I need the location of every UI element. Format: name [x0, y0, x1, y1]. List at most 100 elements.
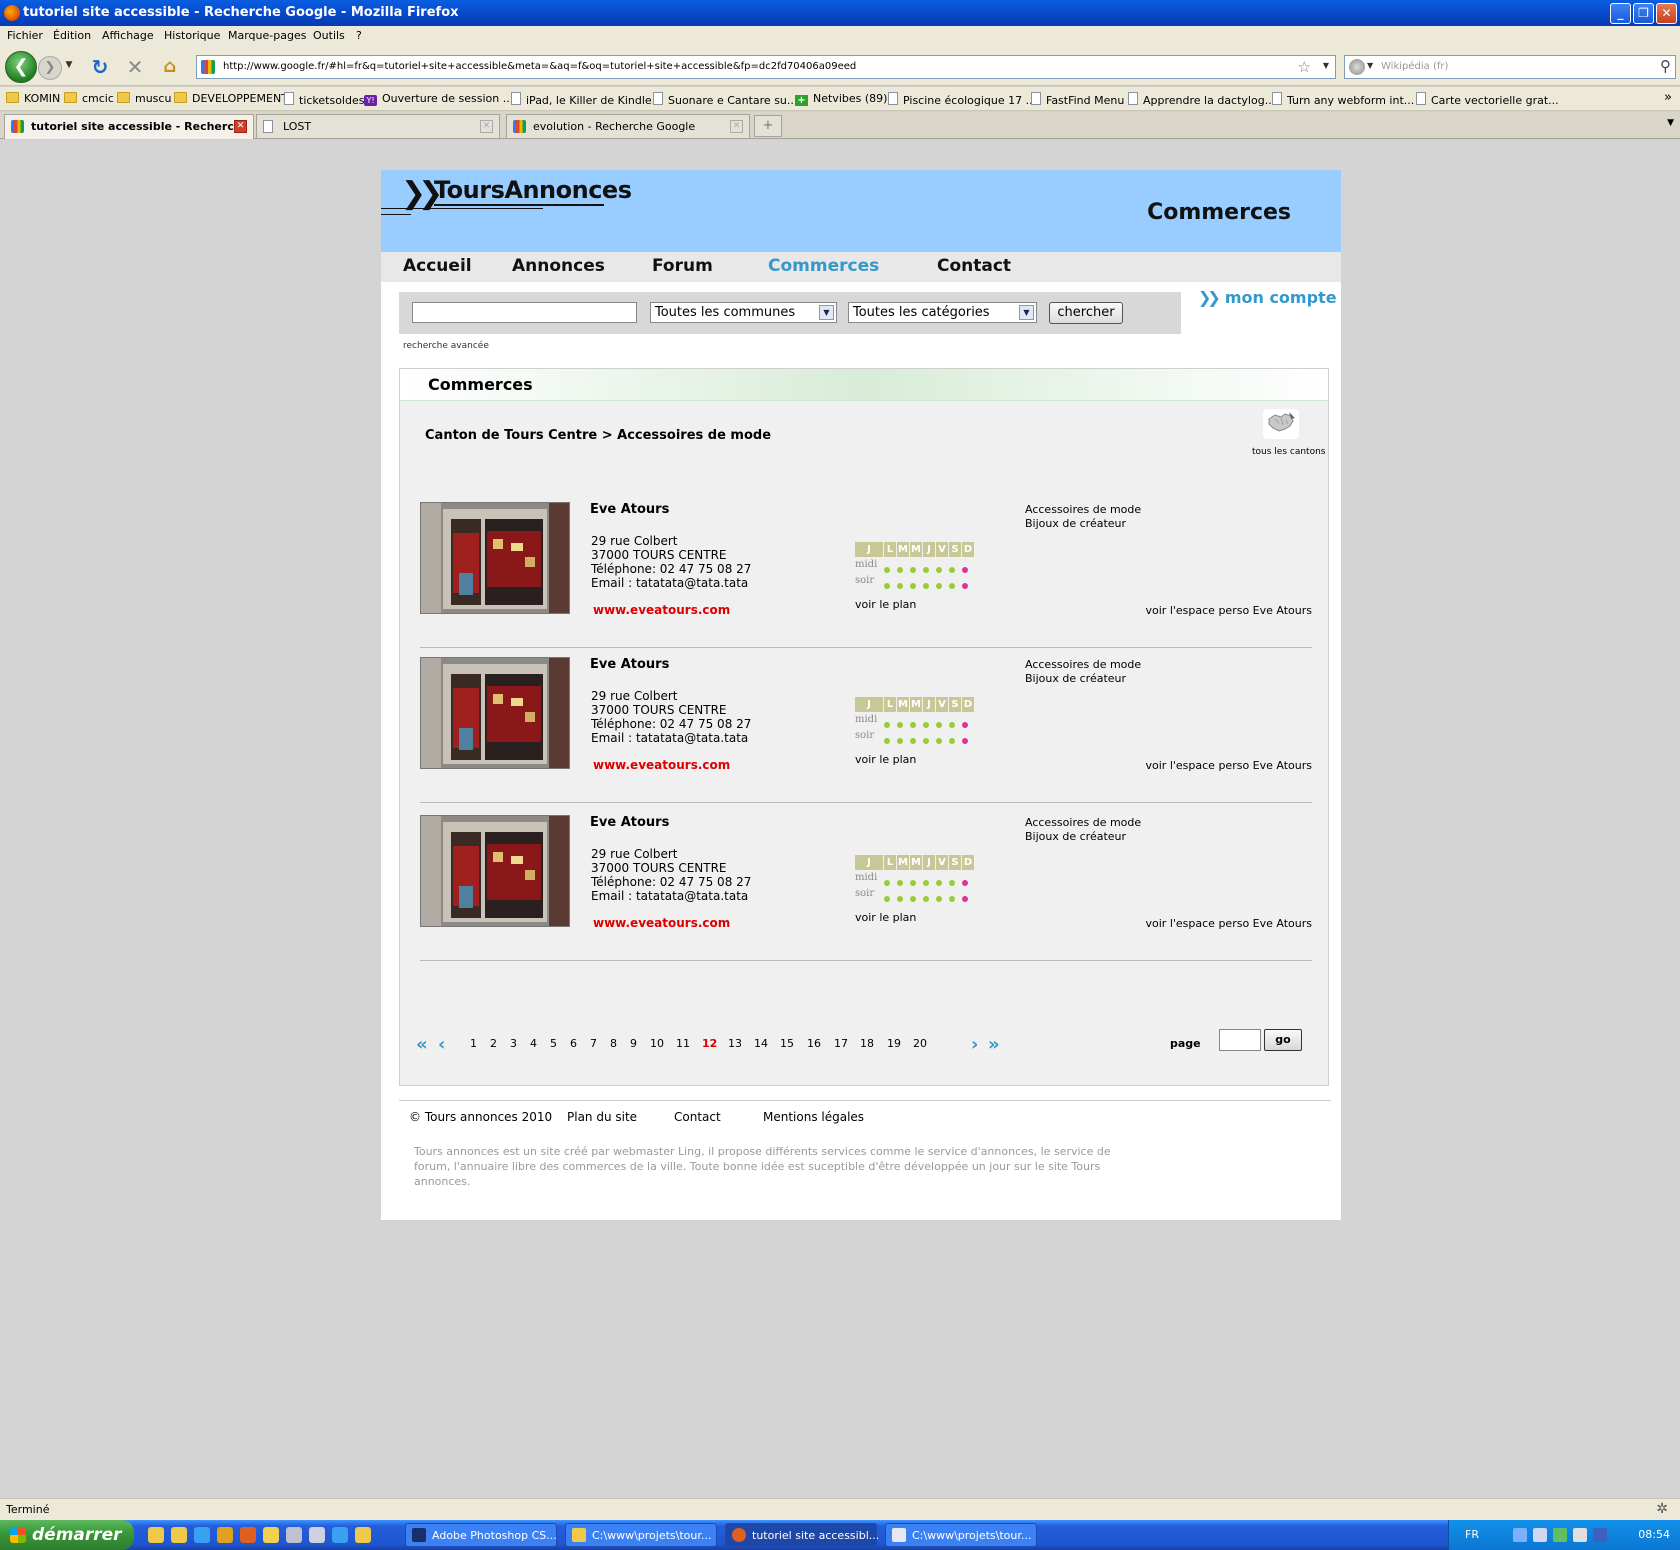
page-number-input[interactable] [1219, 1029, 1261, 1051]
tab-evolution[interactable]: evolution - Recherche Google ✕ [506, 114, 750, 138]
messenger-icon[interactable] [263, 1527, 279, 1543]
page-link[interactable]: 6 [570, 1037, 577, 1050]
page-link[interactable]: 8 [610, 1037, 617, 1050]
addon-status-icon[interactable]: ✲ [1656, 1501, 1668, 1517]
page-link[interactable]: 10 [650, 1037, 664, 1050]
tab-list-icon[interactable]: ▼ [1667, 118, 1674, 128]
tray-app-icon[interactable] [1573, 1528, 1587, 1542]
search-input[interactable] [412, 302, 637, 323]
first-page-icon[interactable]: « [416, 1034, 428, 1055]
page-link[interactable]: 5 [550, 1037, 557, 1050]
bookmark-muscu[interactable]: muscu [117, 92, 171, 105]
forward-arrow-icon[interactable]: ❯ [38, 56, 62, 80]
close-window-button[interactable]: ✕ [1656, 3, 1677, 24]
shop-photo[interactable] [420, 502, 570, 614]
tab-lost[interactable]: LOST ✕ [256, 114, 500, 138]
page-link[interactable]: 11 [676, 1037, 690, 1050]
prev-page-icon[interactable]: ‹ [438, 1034, 445, 1055]
task-explorer[interactable]: C:\www\projets\tour... [565, 1523, 717, 1547]
footer-link-plan[interactable]: Plan du site [567, 1110, 637, 1124]
shop-name[interactable]: Eve Atours [590, 502, 669, 517]
page-link[interactable]: 20 [913, 1037, 927, 1050]
perso-space-link[interactable]: voir l'espace perso Eve Atours [1146, 604, 1312, 617]
stop-icon[interactable]: ✕ [123, 56, 147, 80]
page-link[interactable]: 17 [834, 1037, 848, 1050]
all-cantons-link[interactable]: tous les cantons [1252, 447, 1325, 457]
shop-email[interactable]: Email : tatatata@tata.tata [591, 731, 748, 745]
app-icon[interactable] [286, 1527, 302, 1543]
browser-search-box[interactable]: ▼ Wikipédia (fr) ⚲ [1344, 55, 1676, 79]
map-link[interactable]: voir le plan [855, 753, 916, 766]
menu-historique[interactable]: Historique [164, 29, 220, 42]
menu-edition[interactable]: Édition [53, 29, 91, 42]
map-link[interactable]: voir le plan [855, 598, 916, 611]
bookmark-netvibes[interactable]: + Netvibes (89) [795, 92, 887, 106]
shield-icon[interactable] [1593, 1528, 1607, 1542]
footer-link-mentions[interactable]: Mentions légales [763, 1110, 864, 1124]
menu-fichier[interactable]: Fichier [7, 29, 43, 42]
firefox-icon[interactable] [240, 1527, 256, 1543]
new-tab-button[interactable]: + [754, 115, 782, 137]
page-link[interactable]: 13 [728, 1037, 742, 1050]
task-firefox[interactable]: tutoriel site accessibl... [725, 1523, 879, 1547]
start-button[interactable]: démarrer [0, 1520, 134, 1550]
perso-space-link[interactable]: voir l'espace perso Eve Atours [1146, 759, 1312, 772]
commune-select[interactable]: Toutes les communes ▼ [650, 302, 837, 323]
close-tab-icon[interactable]: ✕ [480, 120, 493, 133]
menu-help[interactable]: ? [356, 29, 362, 42]
bookmark-komin[interactable]: KOMIN [6, 92, 60, 105]
advanced-search-link[interactable]: recherche avancée [403, 341, 489, 351]
shop-name[interactable]: Eve Atours [590, 815, 669, 830]
perso-space-link[interactable]: voir l'espace perso Eve Atours [1146, 917, 1312, 930]
shop-photo[interactable] [420, 815, 570, 927]
page-link[interactable]: 3 [510, 1037, 517, 1050]
page-link[interactable]: 2 [490, 1037, 497, 1050]
map-link[interactable]: voir le plan [855, 911, 916, 924]
app-icon[interactable] [309, 1527, 325, 1543]
shop-email[interactable]: Email : tatatata@tata.tata [591, 576, 748, 590]
more-bookmarks-icon[interactable]: » [1664, 90, 1672, 105]
shop-photo[interactable] [420, 657, 570, 769]
page-link[interactable]: 15 [780, 1037, 794, 1050]
next-page-icon[interactable]: › [971, 1034, 978, 1055]
shop-website-link[interactable]: www.eveatours.com [593, 916, 730, 930]
menu-outils[interactable]: Outils [313, 29, 345, 42]
language-indicator[interactable]: FR [1465, 1528, 1479, 1541]
go-button[interactable]: go [1264, 1029, 1302, 1051]
page-link[interactable]: 18 [860, 1037, 874, 1050]
folder-icon[interactable] [171, 1527, 187, 1543]
url-text[interactable]: http://www.google.fr/#hl=fr&q=tutoriel+s… [223, 61, 856, 72]
page-link[interactable]: 16 [807, 1037, 821, 1050]
account-link[interactable]: ❯❯ mon compte [1198, 288, 1337, 307]
wikipedia-icon[interactable] [1349, 59, 1365, 75]
task-photoshop[interactable]: Adobe Photoshop CS... [405, 1523, 557, 1547]
nav-contact[interactable]: Contact [937, 256, 1011, 276]
bookmark-fastfind[interactable]: FastFind Menu [1031, 92, 1124, 107]
ie-icon[interactable] [194, 1527, 210, 1543]
nav-forum[interactable]: Forum [652, 256, 713, 276]
history-dropdown-icon[interactable]: ▼ [64, 60, 74, 74]
bookmark-piscine[interactable]: Piscine écologique 17 ... [888, 92, 1036, 107]
footer-link-contact[interactable]: Contact [674, 1110, 721, 1124]
nav-accueil[interactable]: Accueil [403, 256, 472, 276]
bookmark-ticketsoldes[interactable]: ticketsoldes [284, 92, 364, 107]
bookmark-carte[interactable]: Carte vectorielle grat... [1416, 92, 1559, 107]
search-icon[interactable]: ⚲ [1660, 57, 1671, 75]
bookmark-suonare[interactable]: Suonare e Cantare su... [653, 92, 797, 107]
tray-expand-icon[interactable] [1513, 1528, 1527, 1542]
close-tab-icon[interactable]: ✕ [730, 120, 743, 133]
bookmark-developpement[interactable]: DEVELOPPEMENT [174, 92, 288, 105]
reload-icon[interactable]: ↻ [88, 56, 112, 80]
nav-commerces[interactable]: Commerces [768, 256, 879, 276]
page-link[interactable]: 19 [887, 1037, 901, 1050]
security-icon[interactable] [1553, 1528, 1567, 1542]
page-link[interactable]: 14 [754, 1037, 768, 1050]
menu-marque-pages[interactable]: Marque-pages [228, 29, 306, 42]
engine-dropdown-icon[interactable]: ▼ [1367, 61, 1373, 70]
chrome-icon[interactable] [217, 1527, 233, 1543]
ie-icon[interactable] [332, 1527, 348, 1543]
network-icon[interactable] [1533, 1528, 1547, 1542]
shop-website-link[interactable]: www.eveatours.com [593, 603, 730, 617]
folder-icon[interactable] [355, 1527, 371, 1543]
page-link[interactable]: 4 [530, 1037, 537, 1050]
